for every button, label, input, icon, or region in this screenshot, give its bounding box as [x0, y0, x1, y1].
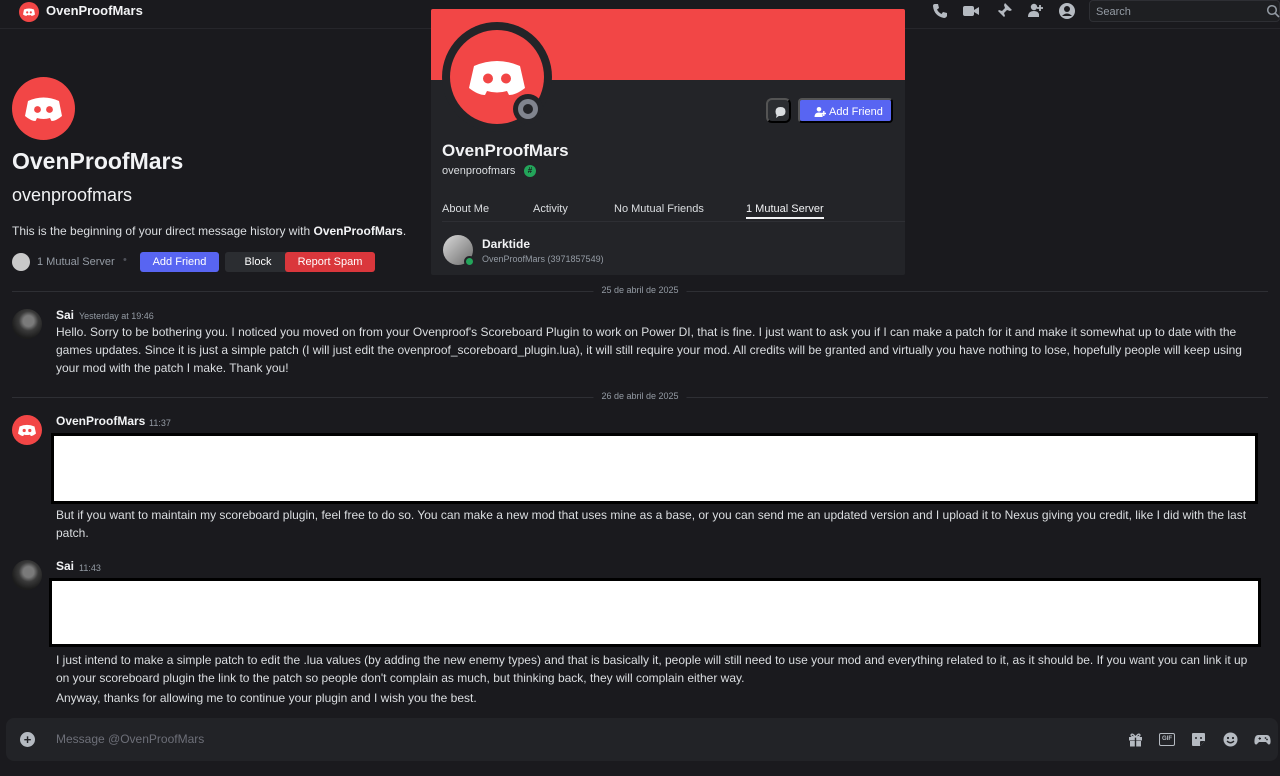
message-body: Hello. Sorry to be bothering you. I noti… [56, 325, 1242, 375]
dm-intro-text: This is the beginning of your direct mes… [12, 224, 406, 238]
author-avatar[interactable] [12, 309, 42, 339]
add-user-icon [814, 107, 826, 117]
offline-status-icon [513, 94, 543, 124]
message-input[interactable] [56, 730, 1106, 748]
message-author[interactable]: Sai [56, 308, 74, 322]
chat-bubble-icon [775, 107, 786, 118]
gif-icon[interactable]: GIF [1159, 733, 1175, 746]
tab-about-me[interactable]: About Me [442, 203, 489, 215]
block-button[interactable]: Block [225, 252, 291, 272]
date-divider-label: 25 de abril de 2025 [593, 285, 687, 295]
mutual-server-link[interactable]: 1 Mutual Server [37, 256, 115, 268]
server-name[interactable]: Darktide [482, 237, 530, 251]
message-author[interactable]: Sai [56, 559, 74, 573]
message-composer: + GIF [6, 718, 1278, 761]
intro-prefix: This is the beginning of your direct mes… [12, 224, 314, 238]
add-friend-label: Add Friend [829, 106, 883, 118]
date-divider: 26 de abril de 2025 [12, 391, 1268, 401]
badge-icon[interactable]: # [524, 165, 536, 177]
author-avatar[interactable] [12, 415, 42, 445]
profile-tabs: About Me Activity No Mutual Friends 1 Mu… [442, 202, 905, 222]
date-divider-label: 26 de abril de 2025 [593, 391, 687, 401]
profile-display-name: OvenProofMars [12, 148, 184, 174]
game-icon[interactable] [1254, 731, 1271, 748]
tab-activity[interactable]: Activity [533, 203, 568, 215]
server-nickname: OvenProofMars (3971857549) [482, 254, 604, 264]
mutual-server-icon[interactable] [12, 253, 30, 271]
tab-mutual-friends[interactable]: No Mutual Friends [614, 203, 704, 215]
gift-icon[interactable] [1127, 731, 1144, 748]
profile-popout: Add Friend OvenProofMars ovenproofmars #… [431, 9, 905, 275]
add-user-icon[interactable] [1026, 2, 1044, 20]
intro-name: OvenProofMars [313, 224, 403, 238]
dm-avatar-icon [19, 2, 39, 22]
video-icon[interactable] [962, 2, 980, 20]
report-spam-button[interactable]: Report Spam [285, 252, 375, 272]
separator-dot: • [123, 254, 127, 266]
search-input[interactable] [1096, 4, 1256, 19]
plus-icon[interactable]: + [20, 732, 35, 747]
intro-suffix: . [402, 224, 407, 238]
window-title: OvenProofMars [46, 3, 143, 18]
popout-display-name: OvenProofMars [442, 141, 569, 160]
profile-avatar[interactable] [12, 77, 75, 140]
message-body: I just intend to make a simple patch to … [56, 653, 1248, 685]
message-timestamp: Yesterday at 19:46 [79, 311, 154, 321]
popout-username: ovenproofmars [442, 165, 516, 177]
verified-check-icon [464, 256, 475, 267]
emoji-icon[interactable] [1222, 731, 1239, 748]
phone-icon[interactable] [931, 2, 949, 20]
message-body-line: Anyway, thanks for allowing me to contin… [56, 691, 477, 705]
message-button[interactable] [766, 98, 791, 123]
add-friend-button[interactable]: Add Friend [140, 252, 219, 272]
profile-username: ovenproofmars [12, 185, 133, 205]
search-box[interactable] [1089, 0, 1280, 22]
message-body: But if you want to maintain my scoreboar… [56, 508, 1247, 540]
mutual-actions-row: 1 Mutual Server • Add Friend Block Repor… [12, 252, 432, 272]
redacted-content [49, 578, 1261, 647]
user-profile-icon[interactable] [1058, 2, 1076, 20]
author-avatar[interactable] [12, 560, 42, 590]
date-divider: 25 de abril de 2025 [12, 285, 1268, 295]
popout-add-friend-button[interactable]: Add Friend [798, 98, 893, 123]
redacted-content [51, 433, 1258, 504]
message-timestamp: 11:37 [149, 418, 171, 428]
sticker-icon[interactable] [1190, 731, 1207, 748]
message-timestamp: 11:43 [79, 563, 101, 573]
search-icon[interactable] [1266, 4, 1280, 18]
pin-icon[interactable] [995, 2, 1013, 20]
tab-mutual-servers[interactable]: 1 Mutual Server [746, 203, 824, 219]
message-author[interactable]: OvenProofMars [56, 414, 145, 428]
